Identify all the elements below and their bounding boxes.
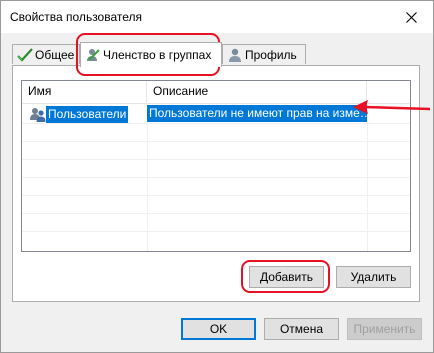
tab-profile-label: Профиль [245,47,297,62]
group-list[interactable]: Имя Описание Пользователи Пользователи н… [21,80,411,252]
cancel-button[interactable]: Отмена [264,318,339,340]
check-icon [17,47,33,62]
list-item-name: Пользователи [46,105,129,123]
tab-general-label: Общее [35,47,75,62]
close-button[interactable] [389,1,433,33]
tab-general[interactable]: Общее [12,44,80,64]
list-item-name-cell: Пользователи [30,105,147,123]
tab-group-membership-label: Членство в группах [103,48,212,62]
column-header-description[interactable]: Описание [147,81,367,103]
ok-button[interactable]: OK [181,318,256,340]
title-bar: Свойства пользователя [1,1,433,33]
user-profile-icon [229,48,241,62]
window-title: Свойства пользователя [10,10,143,24]
list-item[interactable]: Пользователи Пользователи не имеют прав … [22,105,367,123]
add-button[interactable]: Добавить [249,266,324,288]
close-icon [405,11,417,23]
column-header-name[interactable]: Имя [22,81,147,103]
apply-button: Применить [347,318,422,340]
tab-profile[interactable]: Профиль [222,44,306,64]
grid-divider [22,195,410,196]
column-header-empty [367,81,410,103]
grid-divider [22,159,410,160]
list-item-description: Пользователи не имеют прав на изме… [147,105,367,122]
list-header: Имя Описание [22,81,410,104]
grid-divider [22,177,410,178]
remove-button[interactable]: Удалить [336,266,411,288]
users-group-icon [30,108,46,122]
group-icon [87,49,100,61]
grid-divider [22,141,410,142]
grid-divider [22,213,410,214]
grid-divider [22,123,410,124]
tab-group-membership[interactable]: Членство в группах [80,42,222,67]
grid-divider [22,231,410,232]
